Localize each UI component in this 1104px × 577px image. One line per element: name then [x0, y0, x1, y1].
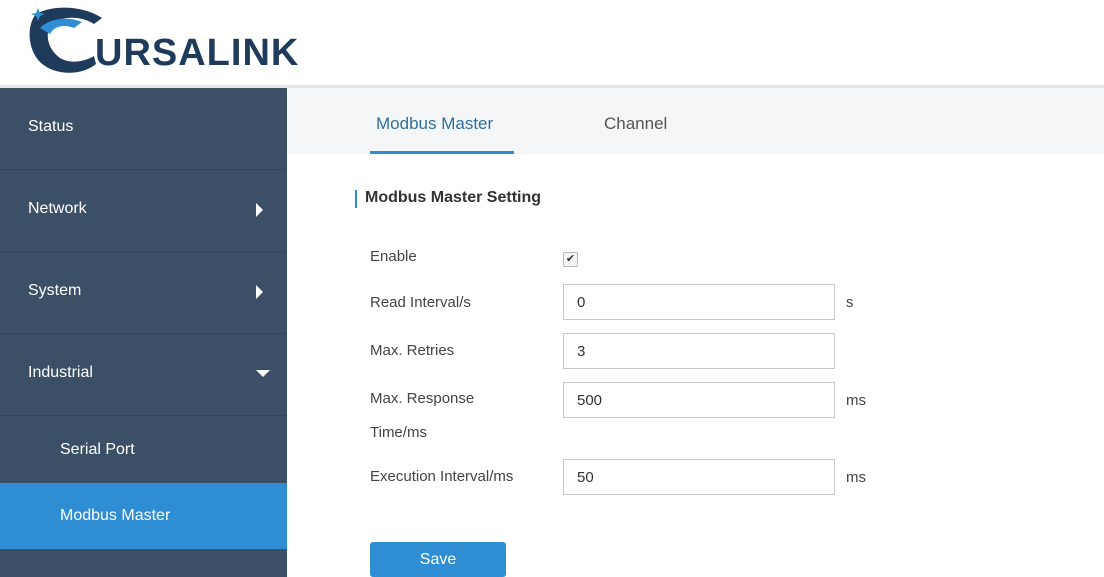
max-retries-input[interactable]: [563, 333, 835, 369]
tab-bar: Modbus Master Channel: [287, 88, 1104, 154]
sidebar-item-industrial[interactable]: Industrial: [0, 334, 287, 416]
sidebar-item-system[interactable]: System: [0, 252, 287, 334]
chevron-right-icon: [256, 203, 263, 217]
max-retries-label: Max. Retries: [370, 342, 455, 359]
enable-label: Enable: [370, 248, 417, 265]
read-interval-input[interactable]: [563, 284, 835, 320]
save-button[interactable]: Save: [370, 542, 506, 577]
sidebar-item-label: Status: [28, 118, 74, 135]
execution-interval-input[interactable]: [563, 459, 835, 495]
sidebar-subitem-modbus-master[interactable]: Modbus Master: [0, 483, 287, 549]
ursalink-logo: URSALINK: [24, 4, 298, 76]
logo-text: URSALINK: [95, 32, 300, 74]
execution-interval-label: Execution Interval/ms: [370, 468, 514, 485]
section-title: Modbus Master Setting: [365, 189, 542, 206]
section-marker: [355, 190, 357, 208]
tab-modbus-master[interactable]: Modbus Master: [376, 114, 493, 134]
sidebar-item-label: Network: [28, 200, 87, 217]
chevron-down-icon: [256, 370, 270, 377]
sidebar-subitem-serial-port[interactable]: Serial Port: [0, 417, 287, 483]
sidebar-item-label: System: [28, 282, 82, 299]
tab-channel[interactable]: Channel: [604, 114, 667, 134]
sidebar-item-label: Industrial: [28, 364, 93, 381]
sidebar-subitem-label: Modbus Master: [60, 507, 171, 524]
sidebar-item-network[interactable]: Network: [0, 170, 287, 252]
max-response-time-unit: ms: [846, 392, 866, 409]
checkmark-icon: ✔: [565, 253, 576, 265]
chevron-right-icon: [256, 285, 263, 299]
active-tab-indicator: [370, 151, 514, 154]
max-response-time-input[interactable]: [563, 382, 835, 418]
max-response-time-label: Max. Response: [370, 390, 475, 407]
sidebar-subitem-label: Serial Port: [60, 441, 135, 458]
max-response-time-label-cont: Time/ms: [370, 424, 427, 441]
read-interval-label: Read Interval/s: [370, 294, 471, 311]
read-interval-unit: s: [846, 294, 854, 311]
execution-interval-unit: ms: [846, 469, 866, 486]
header: URSALINK: [0, 0, 1104, 88]
enable-checkbox[interactable]: ✔: [563, 252, 578, 267]
sidebar: Status Network System Industrial Serial …: [0, 88, 287, 577]
bear-logo-icon: [29, 7, 103, 73]
sidebar-item-status[interactable]: Status: [0, 88, 287, 170]
